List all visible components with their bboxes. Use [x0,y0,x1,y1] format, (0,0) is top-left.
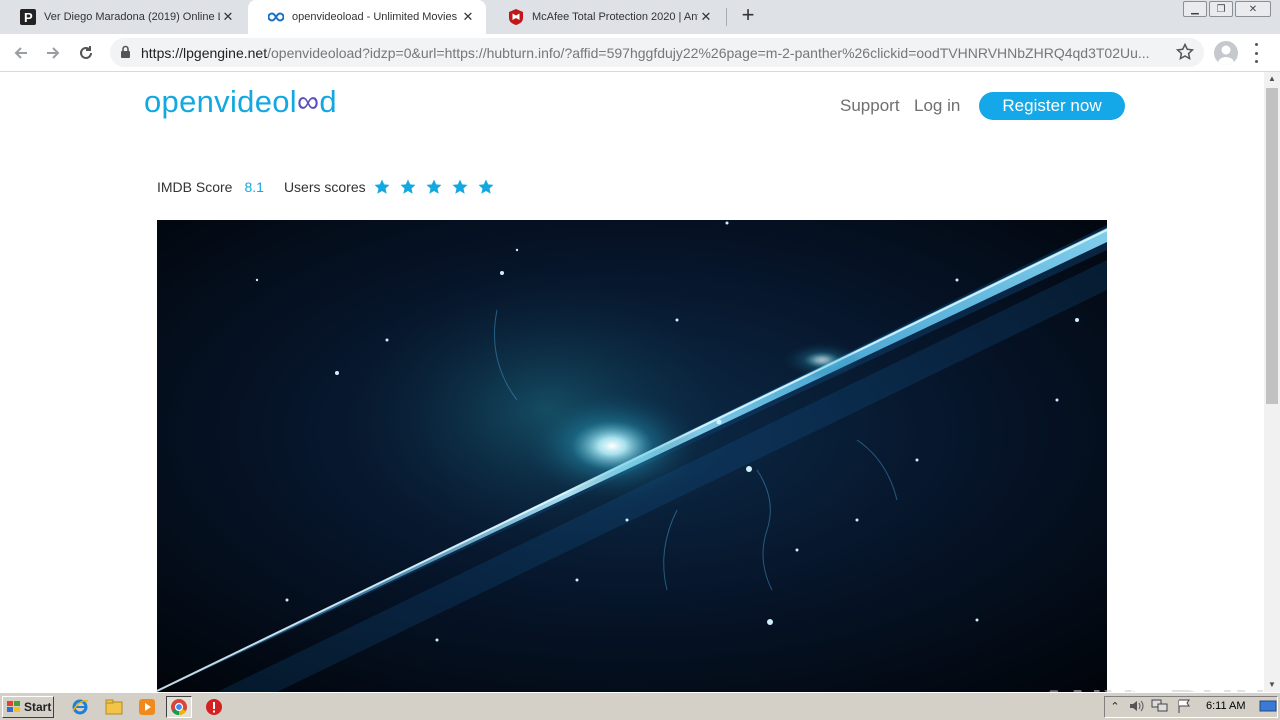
forward-button[interactable] [41,41,65,65]
scroll-down-arrow-icon[interactable]: ▼ [1264,678,1280,692]
show-desktop-icon[interactable] [1259,698,1277,714]
url-host: https://lpgengine.net [141,45,268,61]
stop-sign-icon[interactable] [204,697,224,717]
users-scores-label: Users scores [283,179,366,195]
lock-icon [120,45,131,62]
arrow-left-icon [14,47,27,59]
back-button[interactable] [9,41,33,65]
url-path: /openvideoload?idzp=0&url=https://hubtur… [267,45,1150,61]
mcafee-shield-icon [508,9,524,25]
tab-strip: P Ver Diego Maradona (2019) Online L ✕ o… [0,0,1280,34]
tab-title: McAfee Total Protection 2020 | Antiv [532,11,698,23]
new-tab-button[interactable]: + [737,4,759,27]
media-player-icon[interactable] [137,697,157,717]
chrome-taskbar-icon[interactable] [166,696,192,718]
video-player[interactable] [157,220,1107,692]
address-bar[interactable]: https://lpgengine.net/openvideoload?idzp… [110,38,1204,67]
p-letter-icon: P [20,9,36,25]
page-viewport: openvideol∞d Support Log in Register now… [0,72,1264,692]
minimize-button[interactable]: ▁ [1183,1,1207,17]
star-icon [374,178,400,196]
browser-toolbar: https://lpgengine.net/openvideoload?idzp… [0,34,1280,72]
page-scrollbar[interactable]: ▲ ▼ [1264,72,1280,692]
close-icon[interactable]: ✕ [220,9,236,25]
user-rating-stars [374,178,504,196]
arrow-right-icon [47,47,60,59]
star-icon [400,178,426,196]
scrollbar-thumb[interactable] [1266,88,1278,404]
profile-avatar-icon[interactable] [1214,41,1238,65]
infinity-icon [268,9,284,25]
login-link[interactable]: Log in [914,96,960,116]
start-button[interactable]: Start [2,696,54,718]
star-icon [426,178,452,196]
scores-row: IMDB Score 8.1 Users scores [157,178,504,196]
network-icon[interactable] [1151,698,1169,714]
scroll-up-arrow-icon[interactable]: ▲ [1264,72,1280,86]
bookmark-star-icon[interactable] [1175,42,1195,64]
anyrun-watermark: ANY▷RUN [1038,680,1264,692]
restore-button[interactable]: ❐ [1209,1,1233,17]
browser-menu-icon[interactable] [1251,43,1261,63]
svg-text:P: P [24,10,33,25]
action-center-flag-icon[interactable] [1176,698,1192,714]
start-label: Start [24,700,52,714]
internet-explorer-icon[interactable] [70,697,90,717]
taskbar-clock[interactable]: 6:11 AM [1206,700,1246,712]
star-icon [452,178,478,196]
tab-openvideoload[interactable]: openvideoload - Unlimited Movies ✕ [248,0,486,34]
tab-title: Ver Diego Maradona (2019) Online L [44,11,220,23]
tab-divider [726,8,727,26]
close-icon[interactable]: ✕ [460,9,476,25]
imdb-score-value: 8.1 [244,179,264,195]
video-frame-space-image [157,220,1107,692]
register-now-button[interactable]: Register now [979,92,1125,120]
openvideoload-logo[interactable]: openvideol∞d [144,84,337,120]
support-link[interactable]: Support [840,96,900,116]
tab-maradona[interactable]: P Ver Diego Maradona (2019) Online L ✕ [0,0,246,34]
file-explorer-icon[interactable] [104,697,124,717]
reload-icon [80,46,92,59]
windows-logo-icon [7,701,20,712]
tab-mcafee[interactable]: McAfee Total Protection 2020 | Antiv ✕ [488,0,724,34]
close-icon[interactable]: ✕ [698,9,714,25]
close-window-button[interactable]: ✕ [1235,1,1271,17]
reload-button[interactable] [74,41,98,65]
star-icon [478,178,504,196]
imdb-score-label: IMDB Score [157,179,233,195]
url-text: https://lpgengine.net/openvideoload?idzp… [141,45,1161,61]
windows-taskbar: Start ⌃ 6:11 AM [0,692,1280,720]
tab-title: openvideoload - Unlimited Movies [292,11,458,23]
tray-expand-icon[interactable]: ⌃ [1108,698,1122,714]
volume-icon[interactable] [1128,698,1144,714]
